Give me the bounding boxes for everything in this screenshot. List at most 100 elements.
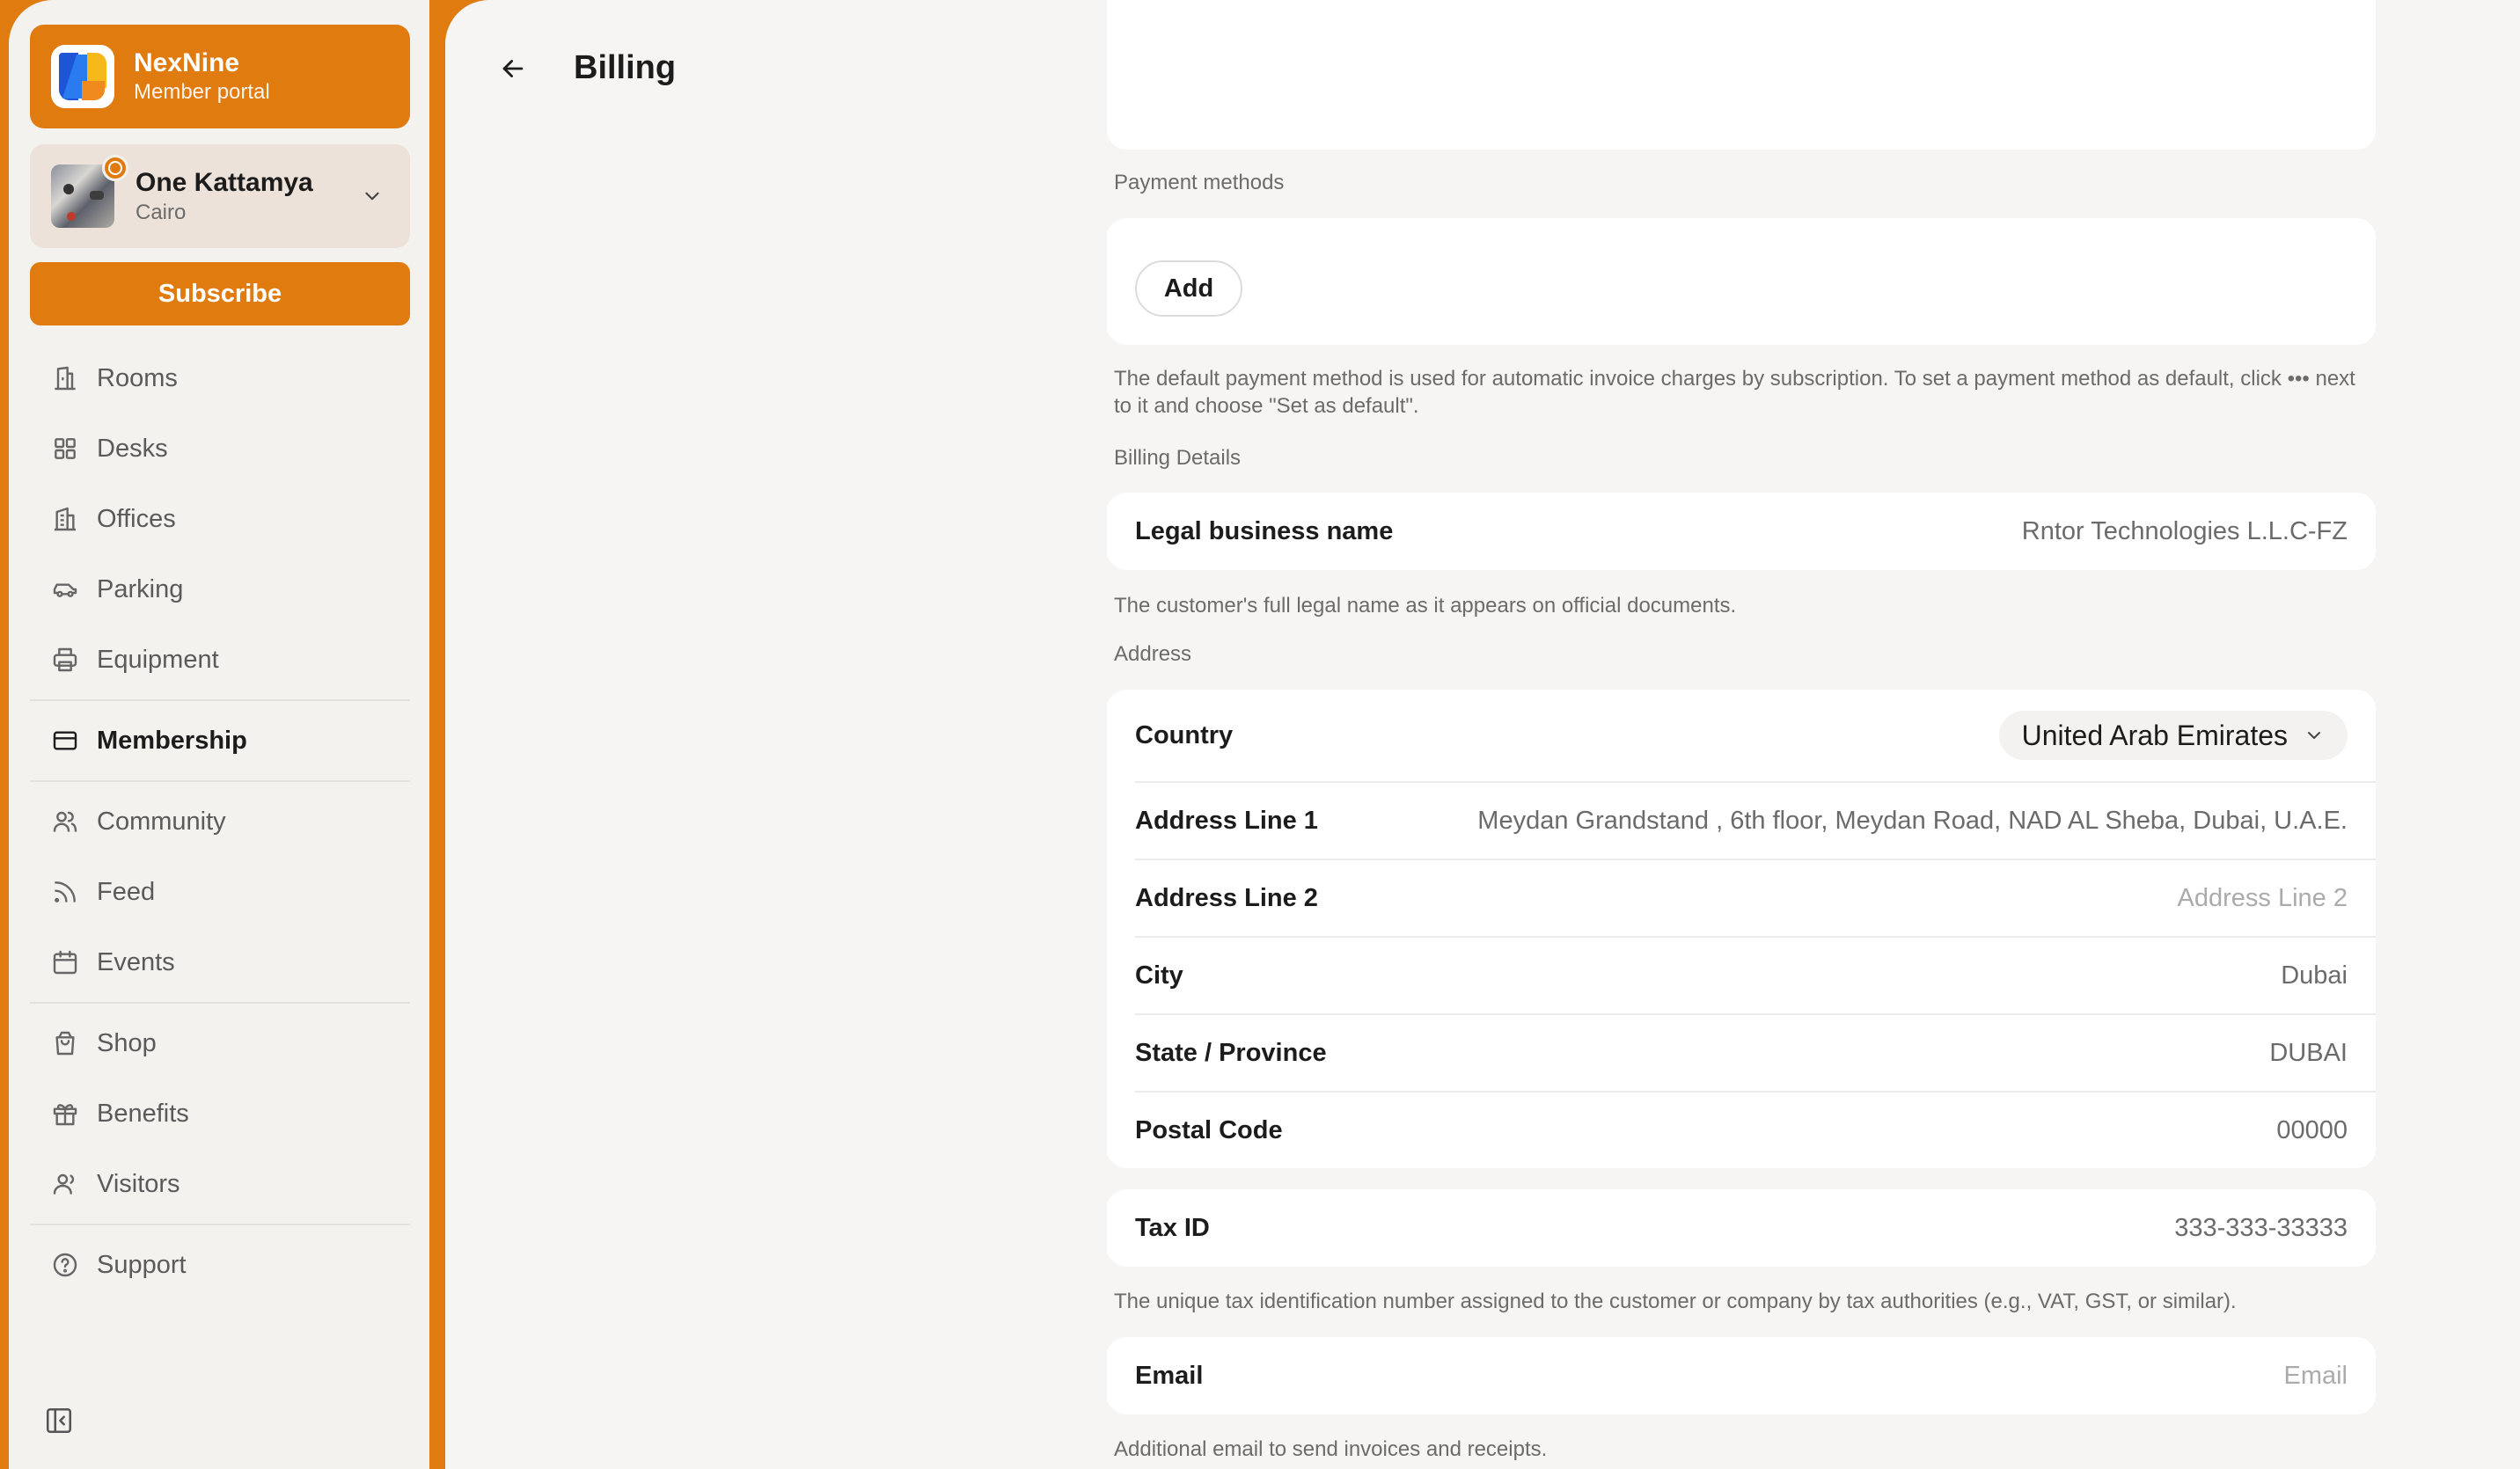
legal-name-value[interactable]: Rntor Technologies L.L.C-FZ: [2022, 517, 2348, 546]
sidebar-item-label: Feed: [97, 877, 156, 906]
sidebar-item-label: Offices: [97, 504, 176, 533]
calendar-icon: [53, 950, 77, 975]
sidebar-item-label: Equipment: [97, 645, 219, 674]
sidebar-item-label: Benefits: [97, 1099, 189, 1128]
back-arrow-icon[interactable]: [498, 54, 528, 84]
address-line1-value[interactable]: Meydan Grandstand , 6th floor, Meydan Ro…: [1477, 807, 2348, 836]
nav-divider: [30, 1224, 410, 1225]
office-icon: [55, 507, 76, 531]
email-card: Email: [1107, 1337, 2376, 1414]
tax-id-row[interactable]: Tax ID 333-333-33333: [1135, 1189, 2348, 1267]
state-value[interactable]: DUBAI: [2269, 1039, 2348, 1068]
sidebar-item-label: Support: [97, 1250, 187, 1279]
email-help: Additional email to send invoices and re…: [1114, 1437, 1548, 1461]
sidebar-item-label: Desks: [97, 434, 168, 463]
sidebar-item-equipment[interactable]: Equipment: [30, 625, 410, 695]
brand-subtitle: Member portal: [134, 80, 270, 104]
location-city: Cairo: [136, 201, 187, 224]
brand-card[interactable]: NexNine Member portal: [30, 25, 410, 128]
address-section-label: Address: [1114, 642, 1192, 666]
sidebar-item-visitors[interactable]: Visitors: [30, 1149, 410, 1219]
country-value: United Arab Emirates: [2021, 719, 2288, 751]
sidebar-item-events[interactable]: Events: [30, 927, 410, 998]
payment-section-label: Payment methods: [1114, 171, 1285, 194]
page-title: Billing: [574, 49, 677, 86]
subscribe-button[interactable]: Subscribe: [30, 262, 410, 325]
sidebar-item-label: Shop: [97, 1028, 157, 1057]
grid-icon: [55, 438, 76, 459]
state-row[interactable]: State / Province DUBAI: [1135, 1015, 2348, 1091]
main-panel: Billing Payment methods Add The default …: [445, 0, 2520, 1469]
rss-icon: [55, 881, 76, 903]
sidebar-item-label: Parking: [97, 574, 184, 603]
legal-name-row[interactable]: Legal business name Rntor Technologies L…: [1135, 493, 2348, 570]
address-card: Country United Arab Emirates Address Lin…: [1107, 690, 2376, 1168]
printer-icon: [53, 647, 77, 672]
brand-logo: [51, 45, 114, 108]
legal-name-label: Legal business name: [1135, 516, 1394, 545]
sidebar-item-benefits[interactable]: Benefits: [30, 1078, 410, 1149]
tax-id-label: Tax ID: [1135, 1213, 1210, 1242]
card-icon: [53, 731, 77, 750]
sidebar-nav: Rooms Desks Offices Parking Equipment Me…: [30, 343, 410, 1300]
gift-icon: [53, 1104, 77, 1126]
address-line1-label: Address Line 1: [1135, 806, 1318, 835]
sidebar-item-label: Membership: [97, 726, 247, 755]
sidebar-item-label: Visitors: [97, 1169, 180, 1198]
payment-methods-card: Add: [1107, 218, 2376, 345]
postal-code-value[interactable]: 00000: [2276, 1116, 2348, 1145]
tax-id-card: Tax ID 333-333-33333: [1107, 1189, 2376, 1267]
tax-id-value[interactable]: 333-333-33333: [2174, 1214, 2348, 1243]
chevron-down-icon: [365, 192, 379, 201]
tax-id-help: The unique tax identification number ass…: [1114, 1290, 2237, 1313]
brand-name: NexNine: [134, 48, 240, 77]
topbar: Billing: [498, 49, 676, 87]
help-icon: [53, 1253, 77, 1277]
location-switcher[interactable]: One Kattamya Cairo: [30, 144, 410, 248]
email-row: Email: [1135, 1337, 2348, 1414]
address-line2-label: Address Line 2: [1135, 883, 1318, 912]
sidebar-item-offices[interactable]: Offices: [30, 484, 410, 554]
location-name: One Kattamya: [136, 168, 313, 197]
sidebar-item-parking[interactable]: Parking: [30, 554, 410, 625]
sidebar-item-label: Community: [97, 807, 226, 836]
sidebar-item-community[interactable]: Community: [30, 786, 410, 857]
location-badge-icon: [102, 155, 128, 181]
car-icon: [53, 583, 77, 597]
building-icon: [55, 366, 76, 391]
sidebar-item-rooms[interactable]: Rooms: [30, 343, 410, 413]
email-input[interactable]: [1468, 1361, 2348, 1391]
postal-code-label: Postal Code: [1135, 1115, 1283, 1144]
address-line1-row[interactable]: Address Line 1 Meydan Grandstand , 6th f…: [1135, 783, 2348, 859]
chevron-down-icon: [2308, 732, 2320, 739]
city-value[interactable]: Dubai: [2281, 961, 2348, 990]
sidebar-item-desks[interactable]: Desks: [30, 413, 410, 484]
address-line2-row: Address Line 2: [1135, 860, 2348, 936]
sidebar-item-support[interactable]: Support: [30, 1230, 410, 1300]
sidebar-item-label: Events: [97, 947, 175, 976]
city-row[interactable]: City Dubai: [1135, 938, 2348, 1013]
bag-icon: [55, 1031, 75, 1056]
users-icon: [53, 811, 77, 832]
collapse-icon[interactable]: [44, 1406, 74, 1436]
country-label: Country: [1135, 720, 1234, 749]
country-select[interactable]: United Arab Emirates: [1998, 711, 2348, 760]
nav-divider: [30, 699, 410, 701]
email-label: Email: [1135, 1361, 1204, 1390]
postal-code-row[interactable]: Postal Code 00000: [1135, 1093, 2348, 1168]
sidebar-item-feed[interactable]: Feed: [30, 857, 410, 927]
nav-divider: [30, 1002, 410, 1004]
nav-divider: [30, 780, 410, 782]
add-payment-method-button[interactable]: Add: [1135, 260, 1242, 317]
previous-card: [1107, 0, 2376, 150]
sidebar: NexNine Member portal One Kattamya Cairo…: [9, 0, 429, 1469]
visitor-icon: [53, 1173, 75, 1195]
payment-help-text: The default payment method is used for a…: [1114, 367, 2355, 418]
address-line2-input[interactable]: [1468, 883, 2348, 913]
sidebar-item-shop[interactable]: Shop: [30, 1008, 410, 1078]
country-row: Country United Arab Emirates: [1135, 690, 2348, 781]
state-label: State / Province: [1135, 1038, 1327, 1067]
sidebar-item-label: Rooms: [97, 363, 178, 392]
sidebar-item-membership[interactable]: Membership: [30, 705, 410, 776]
billing-section-label: Billing Details: [1114, 446, 1242, 470]
